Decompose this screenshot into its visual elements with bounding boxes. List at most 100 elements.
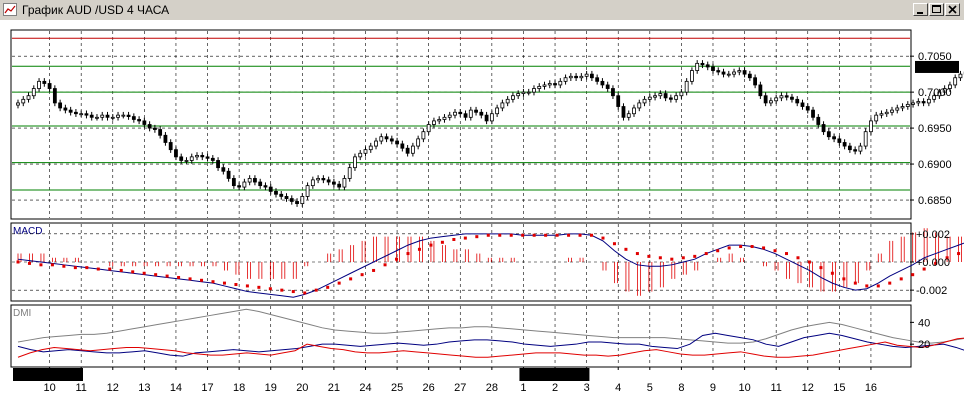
candle-body: [310, 179, 315, 187]
minimize-button[interactable]: [913, 3, 928, 16]
candle-body: [447, 114, 452, 118]
signal-point: [555, 233, 559, 237]
signal-point: [693, 254, 697, 258]
chart-canvas[interactable]: 0.70500.70000.69500.69000.68500.7035 MAC…: [0, 20, 964, 404]
candle-body: [832, 136, 836, 140]
time-tick-label: 17: [201, 382, 213, 394]
candle-body: [358, 152, 363, 158]
signal-point: [727, 246, 731, 250]
candle-body: [884, 111, 889, 115]
candle-body: [468, 109, 473, 118]
candle-body: [805, 106, 810, 111]
maximize-button[interactable]: [929, 3, 944, 16]
price-tick-label: 0.6950: [918, 123, 952, 135]
candle-body: [674, 95, 679, 100]
candle-body: [532, 88, 536, 93]
candle-body: [711, 66, 715, 71]
candle-body: [684, 80, 689, 93]
candle-body: [200, 155, 205, 158]
candle-body: [632, 107, 636, 115]
candle-body: [379, 136, 384, 142]
candle-body: [58, 102, 63, 109]
signal-point: [681, 256, 685, 260]
candle-body: [353, 156, 357, 169]
candle-body: [616, 95, 621, 107]
time-tick-label: 5: [647, 382, 653, 394]
signal-point: [578, 233, 582, 237]
signal-point: [842, 277, 846, 281]
candle-body: [347, 167, 352, 179]
candle-body: [274, 190, 278, 195]
candle-body: [858, 145, 863, 152]
signal-point: [16, 260, 20, 264]
time-tick-label: 27: [454, 382, 466, 394]
signal-point: [222, 281, 226, 285]
price-tick-label: 0.6900: [918, 159, 952, 171]
title-bar: График AUD /USD 4 ЧАСА: [0, 0, 964, 21]
candle-body: [753, 77, 758, 86]
candle-body: [784, 95, 789, 98]
candle-body: [521, 91, 526, 94]
candle-body: [895, 107, 900, 111]
macd-tick-label: +0.002: [916, 229, 950, 241]
signal-point: [349, 277, 353, 281]
candle-body: [84, 113, 89, 116]
candle-body: [779, 95, 784, 99]
signal-point: [200, 278, 204, 282]
candle-body: [821, 124, 826, 133]
candle-body: [563, 77, 568, 82]
candle-body: [463, 113, 468, 118]
candle-body: [721, 71, 726, 75]
price-tick-label: 0.7000: [918, 87, 952, 99]
signal-point: [383, 263, 387, 267]
candle-body: [500, 102, 505, 109]
signal-point: [739, 245, 743, 249]
time-tick-label: 12: [107, 382, 119, 394]
candle-body: [400, 143, 405, 149]
candle-body: [42, 80, 47, 84]
dmi-axis: 40 20: [910, 317, 930, 351]
candle-body: [300, 196, 305, 205]
close-button[interactable]: [945, 3, 960, 16]
signal-point: [131, 270, 135, 274]
candle-body: [484, 114, 489, 122]
candle-body: [110, 116, 115, 119]
candle-body: [221, 167, 226, 172]
candle-body: [589, 73, 594, 79]
candle-body: [568, 75, 573, 79]
macd-panel-label: MACD: [13, 226, 42, 237]
candle-body: [395, 140, 399, 145]
signal-point: [27, 261, 31, 265]
signal-point: [807, 260, 811, 264]
candle-body: [869, 120, 873, 133]
candle-body: [279, 193, 284, 197]
candle-body: [958, 73, 963, 79]
signal-point: [876, 284, 880, 288]
candle-body: [658, 93, 663, 97]
signal-point: [762, 246, 766, 250]
candle-body: [163, 134, 168, 143]
candle-body: [253, 178, 257, 183]
candle-body: [332, 181, 336, 185]
candle-body: [258, 181, 263, 187]
signal-point: [85, 266, 89, 270]
time-tick-label: 24: [359, 382, 371, 394]
signal-point: [372, 268, 376, 272]
candle-body: [542, 84, 547, 87]
candle-body: [526, 91, 531, 94]
candle-body: [605, 84, 610, 89]
candle-body: [179, 156, 184, 161]
candle-body: [505, 98, 510, 104]
candle-body: [184, 160, 189, 162]
macd-axis: +0.002 +0.000 -0.002: [910, 229, 950, 297]
signal-point: [188, 277, 192, 281]
candle-body: [405, 147, 410, 154]
candle-body: [189, 156, 194, 161]
candle-body: [89, 114, 94, 118]
signal-point: [635, 252, 639, 256]
signal-point: [532, 233, 536, 237]
signal-point: [96, 267, 100, 271]
candle-body: [63, 107, 68, 111]
candle-body: [879, 113, 884, 116]
signal-point: [830, 271, 834, 275]
